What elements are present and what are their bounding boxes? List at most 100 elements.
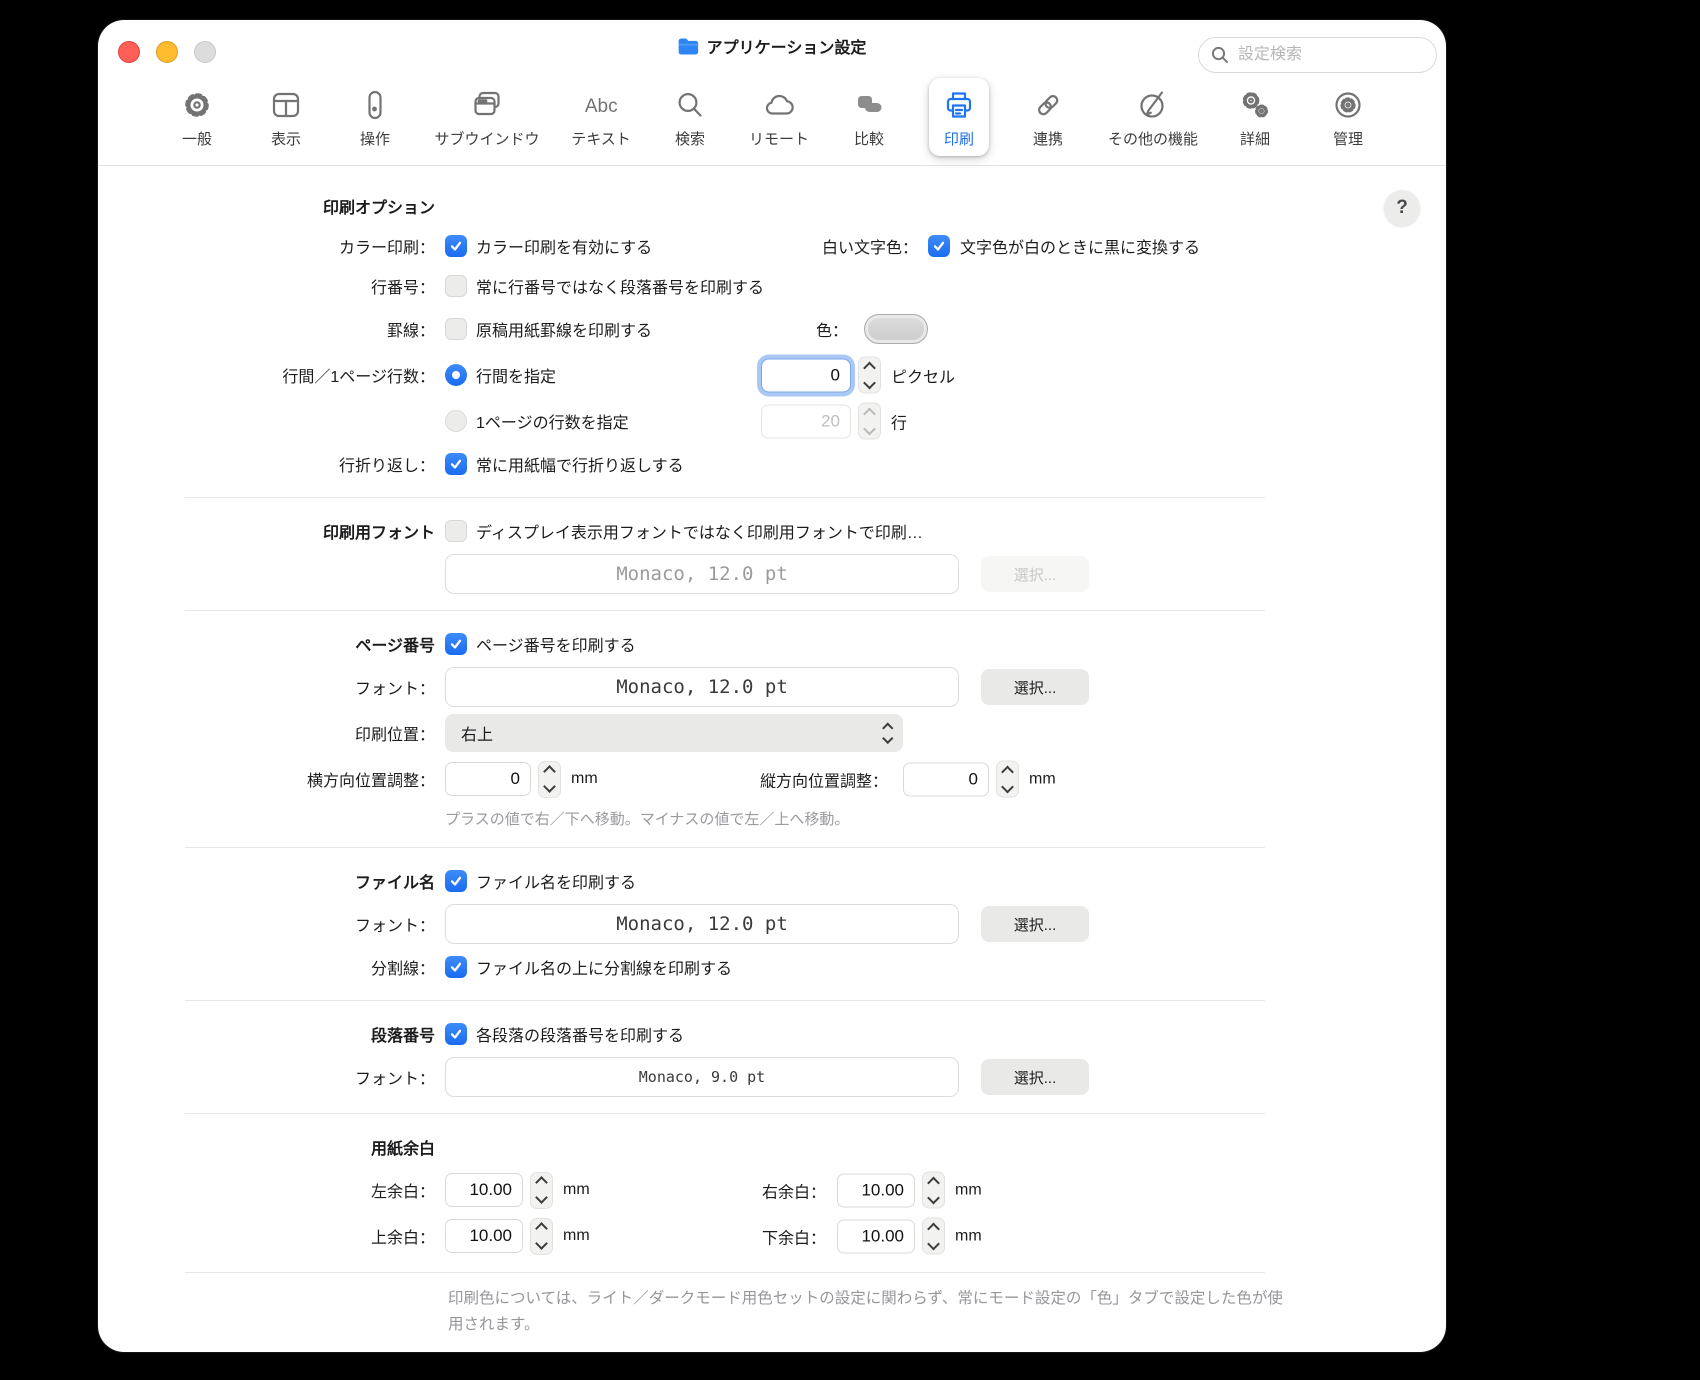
tab-management[interactable]: 管理 xyxy=(1318,78,1378,156)
line-number-checkbox[interactable] xyxy=(445,275,467,297)
row-line-spacing: 行間／1ページ行数： 行間を指定 ピクセル xyxy=(98,352,1446,398)
margin-left-stepper[interactable] xyxy=(530,1172,553,1209)
lines-per-page-input[interactable] xyxy=(761,404,851,438)
paragraph-number-checkbox[interactable] xyxy=(445,1023,467,1045)
field-label: 縦方向位置調整： xyxy=(658,767,888,791)
field-label: 行折り返し： xyxy=(98,452,435,476)
tab-display[interactable]: 表示 xyxy=(256,78,316,156)
section-divider xyxy=(185,847,1265,848)
settings-search-field[interactable] xyxy=(1198,37,1437,73)
search-input[interactable] xyxy=(1236,45,1446,65)
field-label: 罫線： xyxy=(98,317,435,341)
white-text-checkbox[interactable] xyxy=(928,235,950,257)
tab-label: 操作 xyxy=(360,128,390,149)
tab-label: 印刷 xyxy=(944,128,974,149)
line-spacing-radio[interactable] xyxy=(445,364,467,386)
margin-top-input[interactable] xyxy=(445,1219,523,1253)
row-paragraph-number: 段落番号 各段落の段落番号を印刷する xyxy=(98,1014,1446,1054)
margin-top-stepper[interactable] xyxy=(530,1218,553,1255)
tab-search[interactable]: 検索 xyxy=(660,78,720,156)
tab-compare[interactable]: 比較 xyxy=(839,78,899,156)
print-position-dropdown[interactable]: 右上 xyxy=(445,714,903,752)
tab-other-functions[interactable]: その他の機能 xyxy=(1096,78,1210,156)
row-page-number-font: フォント： Monaco, 12.0 pt 選択... xyxy=(98,664,1446,710)
v-adjust-stepper[interactable] xyxy=(996,761,1019,798)
section-title: ページ番号 xyxy=(98,632,435,656)
radio-label: 行間を指定 xyxy=(476,363,556,387)
close-button[interactable] xyxy=(118,41,140,63)
window-title: アプリケーション設定 xyxy=(707,34,867,58)
windows-icon xyxy=(469,87,505,123)
section-divider xyxy=(185,1000,1265,1001)
h-adjust-stepper[interactable] xyxy=(538,761,561,798)
tab-label: リモート xyxy=(749,128,809,149)
printer-icon xyxy=(941,87,977,123)
line-spacing-stepper[interactable] xyxy=(858,357,881,394)
checkbox-label: ファイル名を印刷する xyxy=(476,869,636,893)
unit-label: mm xyxy=(563,1181,590,1199)
tab-label: 管理 xyxy=(1333,128,1363,149)
section-title: ファイル名 xyxy=(98,869,435,893)
field-label: 横方向位置調整： xyxy=(98,767,435,791)
tab-print[interactable]: 印刷 xyxy=(929,78,989,156)
field-label: 行間／1ページ行数： xyxy=(98,363,435,387)
color-print-checkbox[interactable] xyxy=(445,235,467,257)
settings-window: アプリケーション設定 一般 表示 xyxy=(98,20,1446,1352)
checkbox-label: ファイル名の上に分割線を印刷する xyxy=(476,955,732,979)
margin-bottom-stepper[interactable] xyxy=(922,1218,945,1255)
row-print-font: 印刷用フォント ディスプレイ表示用フォントではなく印刷用フォントで印刷… xyxy=(98,511,1446,551)
field-label: フォント： xyxy=(98,675,435,699)
h-adjust-input[interactable] xyxy=(445,762,531,796)
ruled-line-checkbox[interactable] xyxy=(445,318,467,340)
unit-label: mm xyxy=(955,1181,982,1199)
checkbox-label: 各段落の段落番号を印刷する xyxy=(476,1022,684,1046)
tab-details[interactable]: 詳細 xyxy=(1225,78,1285,156)
tab-operation[interactable]: 操作 xyxy=(345,78,405,156)
page-number-checkbox[interactable] xyxy=(445,633,467,655)
tab-label: 連携 xyxy=(1033,128,1063,149)
ruled-line-color-well[interactable] xyxy=(864,314,928,344)
row-line-wrap: 行折り返し： 常に用紙幅で行折り返しする xyxy=(98,444,1446,484)
toolbar-tabs: 一般 表示 操作 サブウインドウ xyxy=(98,78,1446,164)
lines-per-page-stepper[interactable] xyxy=(858,403,881,440)
tab-remote[interactable]: リモート xyxy=(737,78,821,156)
paragraph-number-font-select-button[interactable]: 選択... xyxy=(981,1059,1089,1095)
tab-label: その他の機能 xyxy=(1108,128,1198,149)
field-label: フォント： xyxy=(98,912,435,936)
file-name-checkbox[interactable] xyxy=(445,870,467,892)
search-icon xyxy=(1211,46,1229,64)
margin-bottom-input[interactable] xyxy=(837,1219,915,1253)
minimize-button[interactable] xyxy=(156,41,178,63)
tab-general[interactable]: 一般 xyxy=(167,78,227,156)
file-name-font-select-button[interactable]: 選択... xyxy=(981,906,1089,942)
margin-right-stepper[interactable] xyxy=(922,1172,945,1209)
row-page-number: ページ番号 ページ番号を印刷する xyxy=(98,624,1446,664)
zoom-button[interactable] xyxy=(194,41,216,63)
tab-subwindow[interactable]: サブウインドウ xyxy=(422,78,551,156)
line-wrap-checkbox[interactable] xyxy=(445,453,467,475)
line-spacing-input[interactable] xyxy=(761,358,851,392)
field-label: 印刷位置： xyxy=(98,721,435,745)
print-font-checkbox[interactable] xyxy=(445,520,467,542)
print-font-select-button[interactable]: 選択... xyxy=(981,556,1089,592)
checkbox-label: ページ番号を印刷する xyxy=(476,632,636,656)
section-divider xyxy=(185,610,1265,611)
row-divider-line: 分割線： ファイル名の上に分割線を印刷する xyxy=(98,947,1446,987)
link-icon xyxy=(1030,87,1066,123)
tab-text[interactable]: Abc テキスト xyxy=(559,78,643,156)
tab-linkage[interactable]: 連携 xyxy=(1018,78,1078,156)
cloud-icon xyxy=(761,87,797,123)
gear-icon xyxy=(179,87,215,123)
two-gears-icon xyxy=(1237,87,1273,123)
row-margin-top-bottom: 上余白： mm 下余白： mm xyxy=(98,1213,1446,1259)
divider-line-checkbox[interactable] xyxy=(445,956,467,978)
section-divider xyxy=(185,1113,1265,1114)
margin-left-input[interactable] xyxy=(445,1173,523,1207)
tab-label: 検索 xyxy=(675,128,705,149)
lines-per-page-radio[interactable] xyxy=(445,410,467,432)
compare-shapes-icon xyxy=(851,87,887,123)
v-adjust-input[interactable] xyxy=(903,762,989,796)
checkbox-label: 文字色が白のときに黒に変換する xyxy=(960,234,1200,258)
page-number-font-select-button[interactable]: 選択... xyxy=(981,669,1089,705)
margin-right-input[interactable] xyxy=(837,1173,915,1207)
